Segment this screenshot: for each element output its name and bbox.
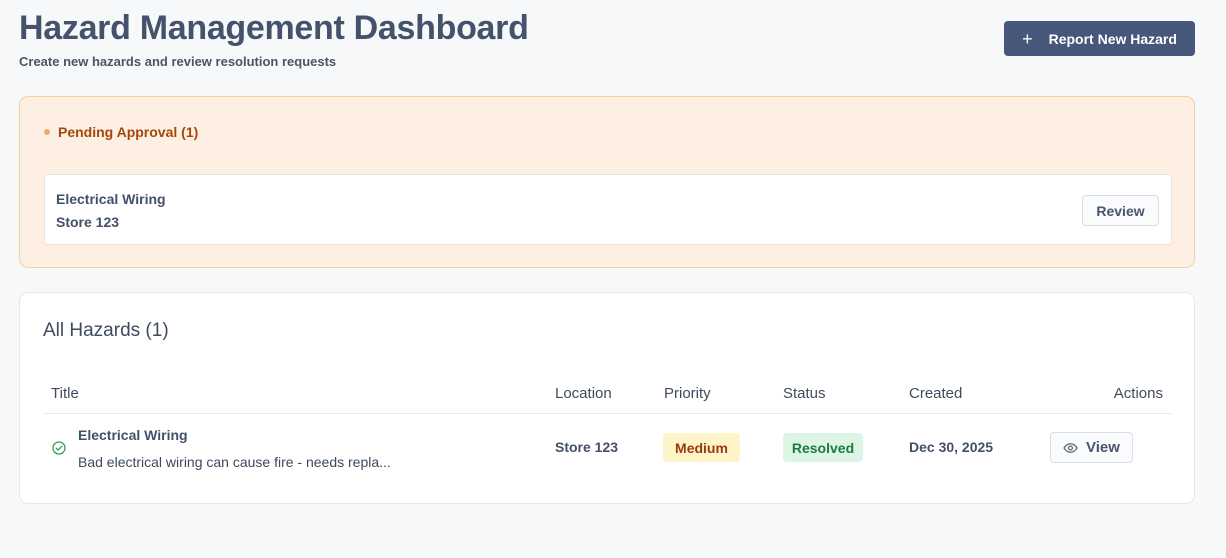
priority-badge: Medium — [663, 433, 740, 462]
page-subtitle: Create new hazards and review resolution… — [19, 54, 337, 69]
eye-icon — [1063, 442, 1078, 453]
column-header-priority: Priority — [664, 385, 711, 402]
status-badge: Resolved — [783, 433, 863, 462]
column-header-created: Created — [909, 385, 963, 402]
pending-approval-heading: Pending Approval (1) — [58, 124, 199, 140]
hazard-description: Bad electrical wiring can cause fire - n… — [78, 454, 391, 470]
pending-item-title: Electrical Wiring — [56, 191, 166, 207]
pending-item: Electrical Wiring Store 123 Review — [44, 174, 1172, 245]
pending-approval-header: Pending Approval (1) — [44, 124, 198, 140]
page-header: Hazard Management Dashboard Create new h… — [19, 8, 529, 69]
report-new-hazard-label: Report New Hazard — [1048, 30, 1177, 47]
pending-approval-panel: Pending Approval (1) Electrical Wiring S… — [19, 96, 1195, 268]
column-header-status: Status — [783, 385, 826, 402]
column-header-actions: Actions — [1113, 385, 1163, 402]
column-header-location: Location — [555, 385, 612, 402]
all-hazards-panel: All Hazards (1) Title Location Priority … — [19, 292, 1195, 504]
pending-item-location: Store 123 — [56, 214, 120, 230]
hazard-location: Store 123 — [555, 439, 619, 455]
page-title: Hazard Management Dashboard — [19, 9, 529, 47]
review-button[interactable]: Review — [1082, 195, 1159, 226]
column-header-title: Title — [51, 385, 79, 402]
pending-dot-icon — [44, 129, 50, 135]
check-circle-icon — [52, 441, 66, 455]
report-new-hazard-button[interactable]: + Report New Hazard — [1004, 21, 1195, 56]
hazard-created-date: Dec 30, 2025 — [909, 439, 994, 455]
plus-icon: + — [1022, 28, 1033, 49]
table-header-divider — [43, 413, 1172, 414]
all-hazards-heading: All Hazards (1) — [43, 320, 169, 341]
view-button[interactable]: View — [1050, 432, 1133, 463]
view-button-label: View — [1086, 439, 1120, 456]
hazard-title: Electrical Wiring — [78, 427, 188, 443]
